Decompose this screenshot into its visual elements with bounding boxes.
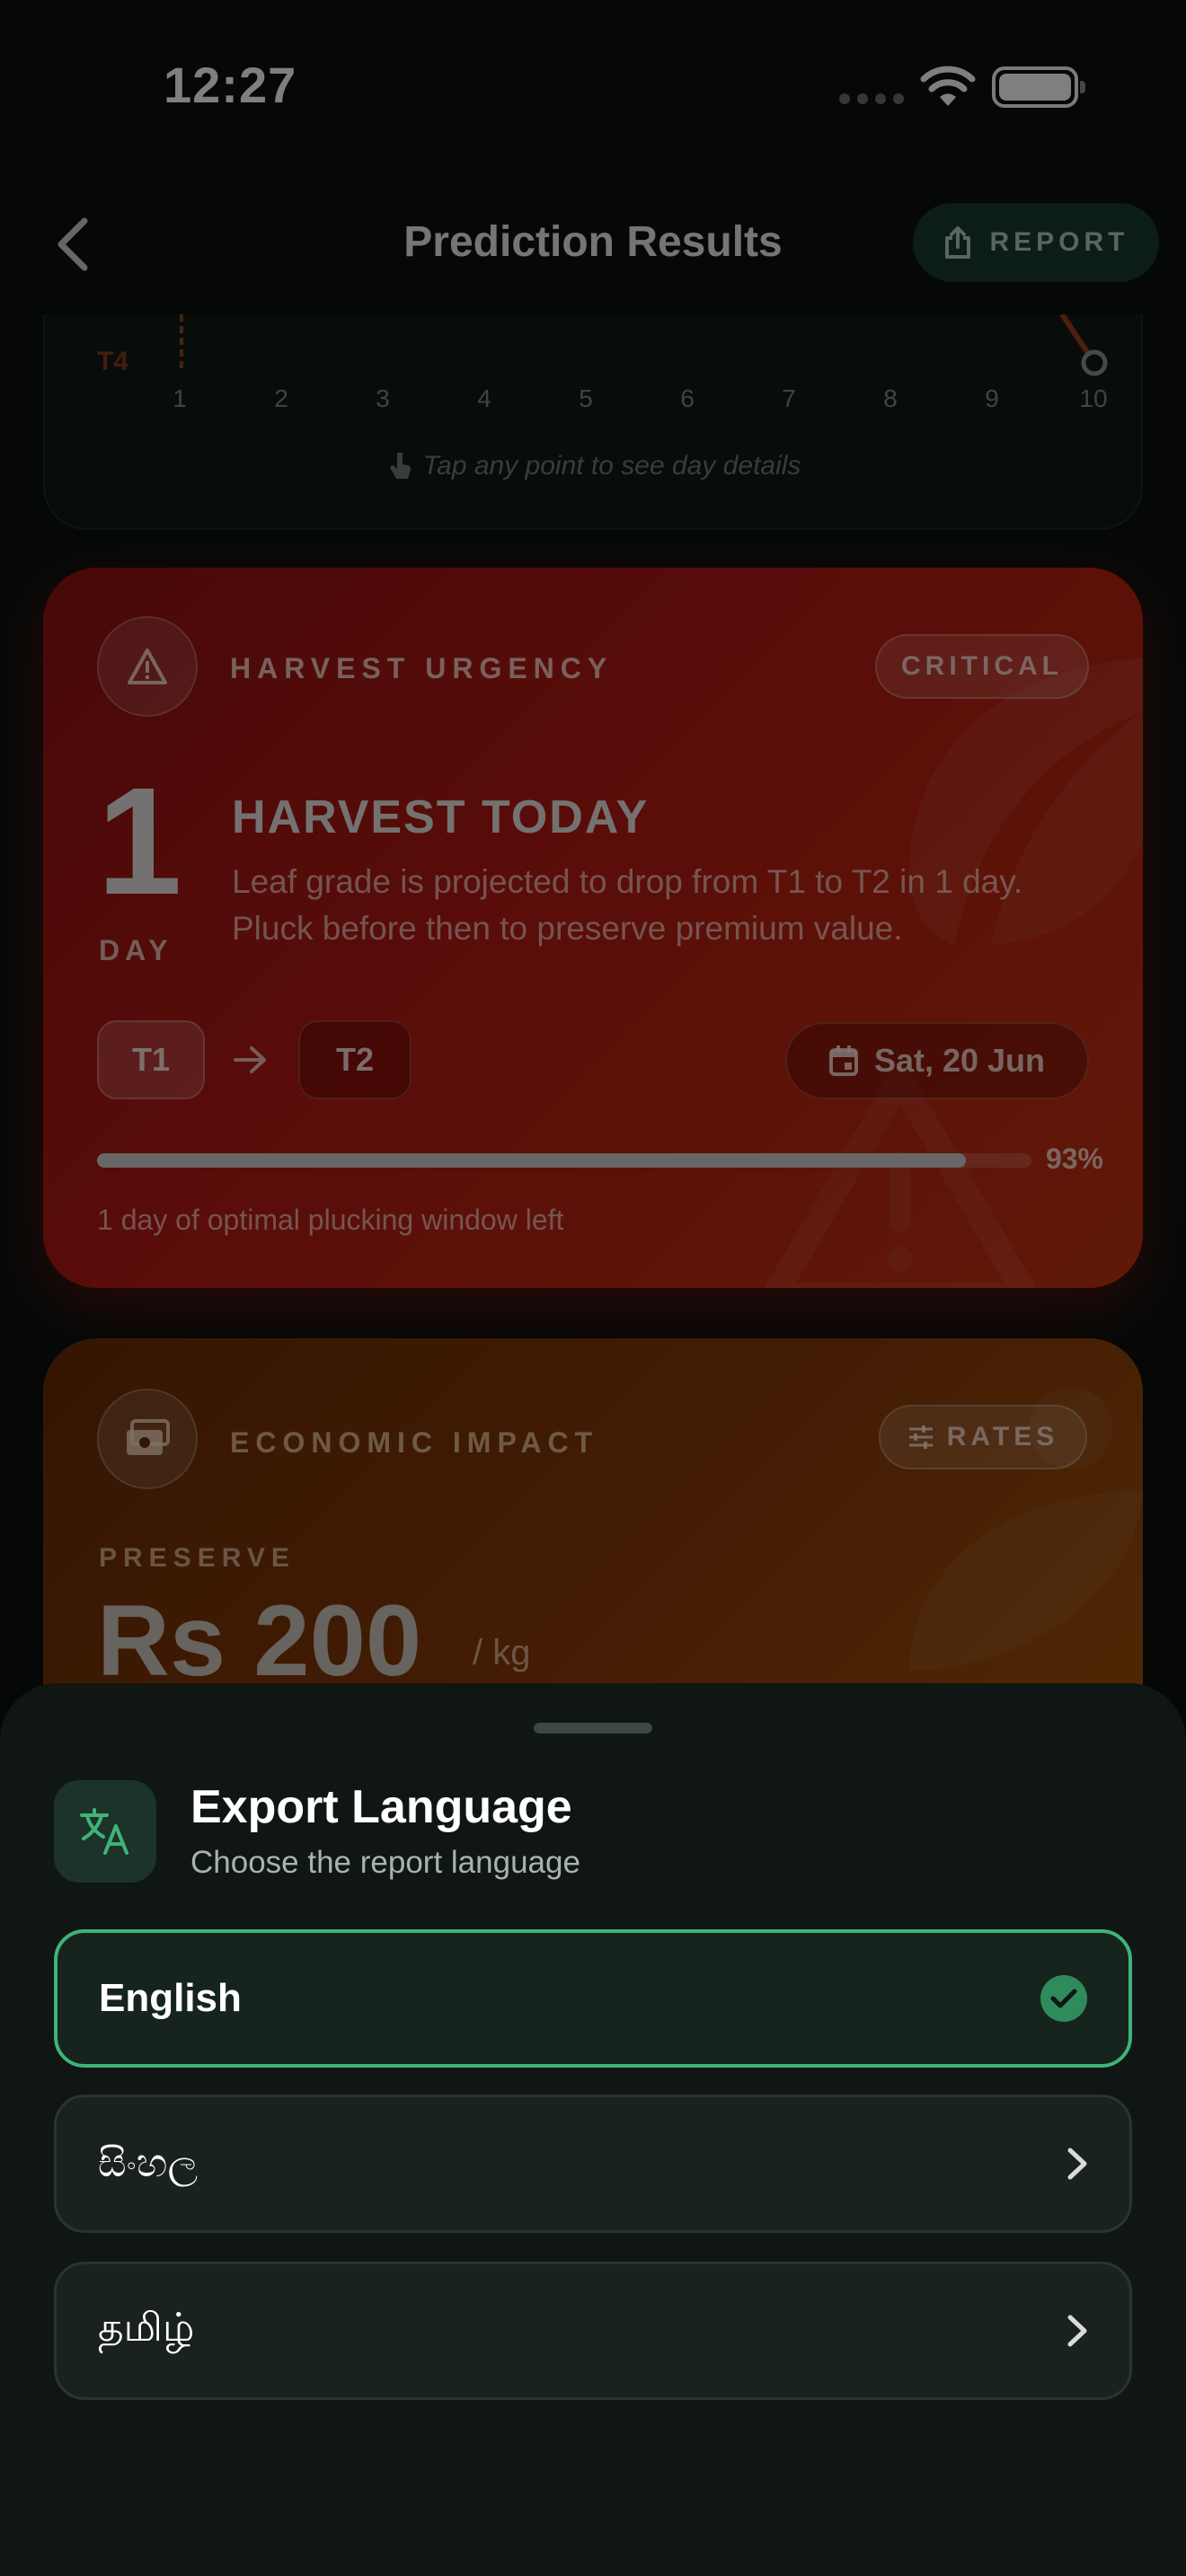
translate-icon-wrap <box>54 1780 156 1883</box>
chevron-right-icon <box>1067 2315 1087 2347</box>
language-label: සිංහල <box>98 2141 199 2185</box>
sheet-subtitle: Choose the report language <box>190 1845 580 1880</box>
export-language-sheet: Export Language Choose the report langua… <box>0 1683 1186 2576</box>
language-option-english[interactable]: English <box>54 1929 1132 2068</box>
language-label: தமிழ் <box>98 2306 195 2350</box>
sheet-title: Export Language <box>190 1781 572 1833</box>
translate-icon <box>80 1808 128 1855</box>
check-icon <box>1040 1975 1087 2022</box>
sheet-grabber[interactable] <box>534 1723 652 1734</box>
language-label: English <box>99 1976 242 2020</box>
language-option-sinhala[interactable]: සිංහල <box>54 2095 1132 2233</box>
chevron-right-icon <box>1067 2148 1087 2180</box>
language-option-tamil[interactable]: தமிழ் <box>54 2262 1132 2400</box>
